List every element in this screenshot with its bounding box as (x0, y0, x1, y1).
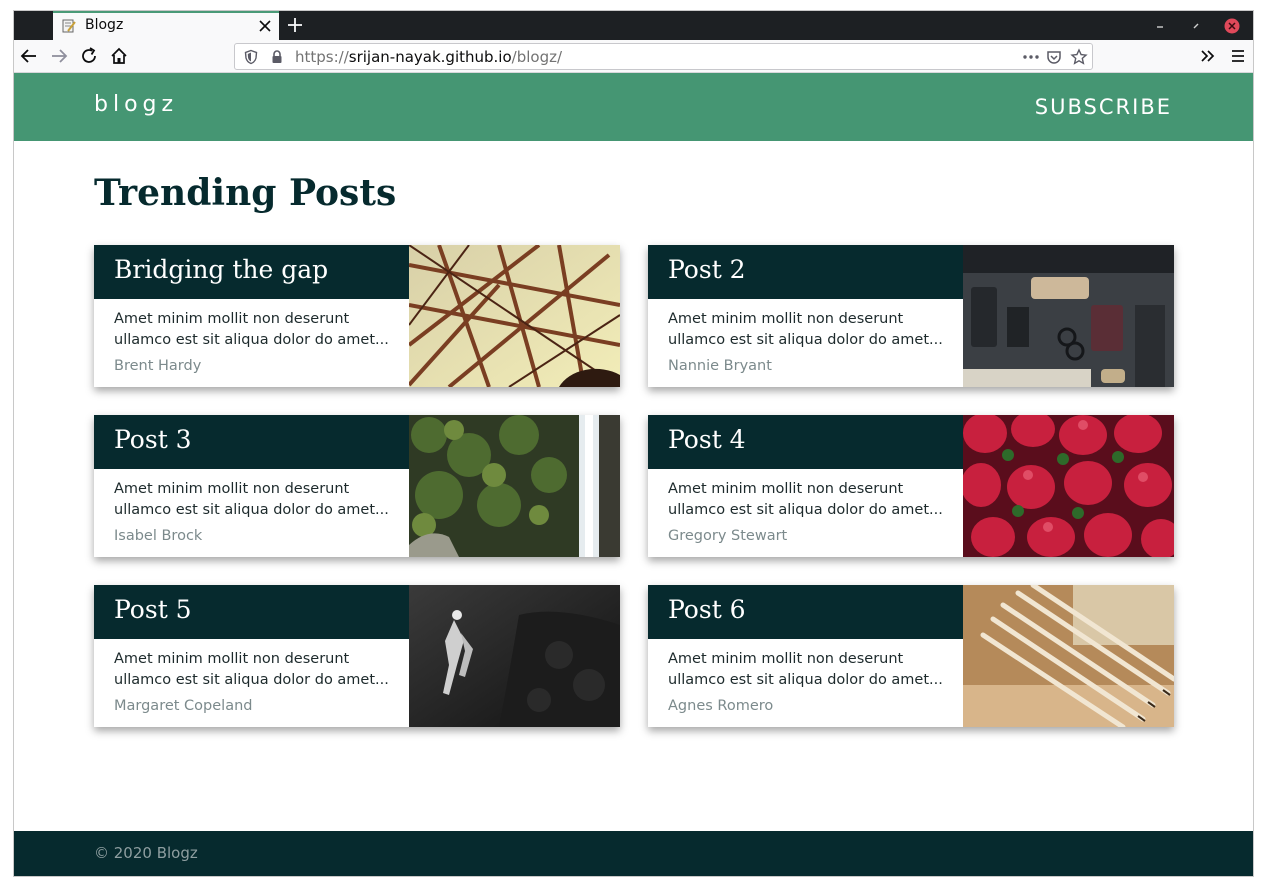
post-card[interactable]: Post 2 Amet minim mollit non deserunt ul… (648, 245, 1174, 387)
post-thumbnail-diver[interactable] (409, 585, 620, 727)
post-thumbnail-bridge[interactable] (409, 245, 620, 387)
post-title[interactable]: Post 3 (114, 425, 192, 454)
navigation-toolbar: https://srijan-nayak.github.io/blogz/ (14, 40, 1253, 73)
back-arrow-icon[interactable] (18, 45, 40, 67)
url-host: srijan-nayak.github.io (348, 48, 512, 66)
copyright-text: © 2020 Blogz (94, 844, 198, 862)
restore-window-icon[interactable] (1186, 16, 1206, 36)
post-title[interactable]: Post 6 (668, 595, 746, 624)
minimize-window-icon[interactable] (1150, 16, 1170, 36)
address-bar[interactable]: https://srijan-nayak.github.io/blogz/ (234, 43, 1093, 70)
post-excerpt: Amet minim mollit non deserunt ullamco e… (668, 481, 943, 518)
post-title[interactable]: Bridging the gap (114, 255, 328, 284)
post-thumbnail-pencils[interactable] (963, 585, 1174, 727)
browser-window: Blogz https://srijan-nayak.github.io/blo… (14, 11, 1253, 876)
forward-arrow-icon[interactable] (48, 45, 70, 67)
bookmark-star-icon[interactable] (1070, 48, 1088, 66)
post-author: Gregory Stewart (668, 528, 788, 544)
post-excerpt: Amet minim mollit non deserunt ullamco e… (668, 651, 943, 688)
post-card[interactable]: Post 4 Amet minim mollit non deserunt ul… (648, 415, 1174, 557)
post-excerpt: Amet minim mollit non deserunt ullamco e… (114, 651, 389, 688)
lock-icon[interactable] (269, 49, 285, 65)
hamburger-menu-icon[interactable] (1227, 45, 1249, 67)
post-card-header: Post 4 (648, 415, 963, 469)
new-tab-icon[interactable] (284, 14, 306, 36)
url-text: https://srijan-nayak.github.io/blogz/ (295, 48, 562, 66)
post-card[interactable]: Post 5 Amet minim mollit non deserunt ul… (94, 585, 620, 727)
page-actions-icon[interactable] (1022, 50, 1040, 64)
post-thumbnail-desk[interactable] (963, 245, 1174, 387)
site-logo[interactable]: blogz (94, 92, 178, 117)
post-author: Margaret Copeland (114, 698, 253, 714)
tab-strip: Blogz (14, 11, 1253, 40)
post-title[interactable]: Post 5 (114, 595, 192, 624)
overflow-chevron-icon[interactable] (1197, 45, 1219, 67)
post-card-header: Post 3 (94, 415, 409, 469)
post-excerpt: Amet minim mollit non deserunt ullamco e… (114, 481, 389, 518)
post-card-header: Post 5 (94, 585, 409, 639)
post-thumbnail-strawberries[interactable] (963, 415, 1174, 557)
tracking-shield-icon[interactable] (243, 49, 259, 65)
home-icon[interactable] (108, 45, 130, 67)
url-path: /blogz/ (511, 48, 563, 66)
post-title[interactable]: Post 2 (668, 255, 746, 284)
subscribe-link[interactable]: SUBSCRIBE (1035, 95, 1172, 119)
post-author: Brent Hardy (114, 358, 202, 374)
reload-icon[interactable] (78, 45, 100, 67)
post-card[interactable]: Post 3 Amet minim mollit non deserunt ul… (94, 415, 620, 557)
post-excerpt: Amet minim mollit non deserunt ullamco e… (668, 311, 943, 348)
post-card-header: Bridging the gap (94, 245, 409, 299)
post-author: Agnes Romero (668, 698, 774, 714)
page-title: Trending Posts (94, 172, 397, 214)
post-excerpt: Amet minim mollit non deserunt ullamco e… (114, 311, 389, 348)
page-favicon-icon (62, 19, 76, 33)
post-card[interactable]: Bridging the gap Amet minim mollit non d… (94, 245, 620, 387)
url-scheme: https:// (295, 48, 349, 66)
site-header: blogz SUBSCRIBE (14, 73, 1253, 141)
post-thumbnail-waterfall[interactable] (409, 415, 620, 557)
post-card-header: Post 6 (648, 585, 963, 639)
close-window-icon[interactable] (1222, 16, 1242, 36)
post-author: Isabel Brock (114, 528, 203, 544)
pocket-icon[interactable] (1046, 49, 1062, 65)
tab-title: Blogz (85, 17, 124, 33)
post-author: Nannie Bryant (668, 358, 772, 374)
site-footer: © 2020 Blogz (14, 831, 1253, 876)
close-tab-icon[interactable] (255, 16, 275, 36)
post-card[interactable]: Post 6 Amet minim mollit non deserunt ul… (648, 585, 1174, 727)
post-card-header: Post 2 (648, 245, 963, 299)
post-title[interactable]: Post 4 (668, 425, 746, 454)
tab-blogz[interactable]: Blogz (53, 11, 279, 40)
